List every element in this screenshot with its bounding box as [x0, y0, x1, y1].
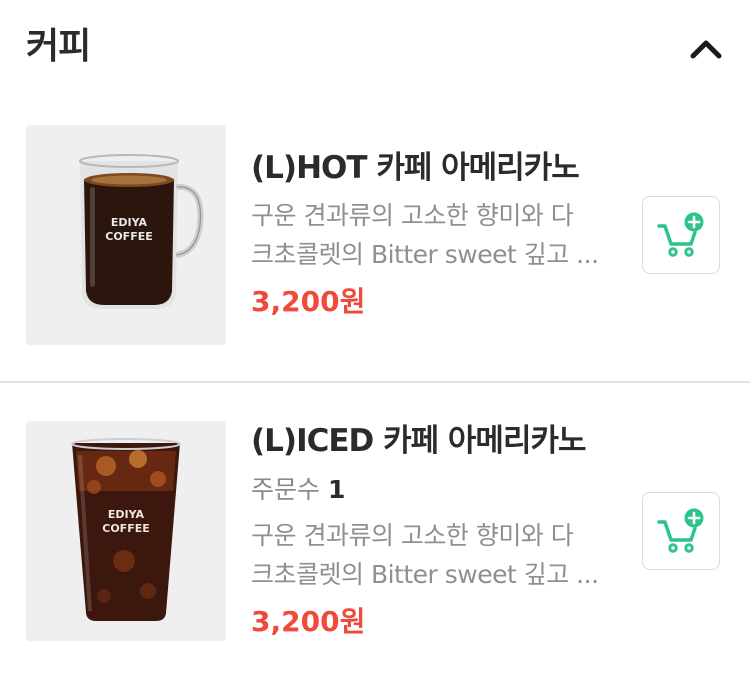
product-description: 구운 견과류의 고소한 향미와 다 크초콜렛의 Bitter sweet 깊고 …: [251, 196, 611, 274]
product-name: (L)HOT 카페 아메리카노: [251, 150, 580, 186]
add-to-cart-button[interactable]: [642, 196, 720, 274]
description-line: 구운 견과류의 고소한 향미와 다: [251, 201, 574, 230]
product-price: 3,200원: [251, 605, 366, 638]
product-description: 구운 견과류의 고소한 향미와 다 크초콜렛의 Bitter sweet 깊고 …: [251, 516, 611, 594]
order-count-label: 주문수: [251, 475, 321, 504]
product-name: (L)ICED 카페 아메리카노: [251, 423, 587, 459]
cart-add-icon: [657, 212, 704, 257]
item-divider: [0, 381, 750, 383]
description-line: 크초콜렛의 Bitter sweet 깊고 ...: [251, 560, 599, 589]
add-to-cart-button[interactable]: [642, 492, 720, 570]
section-title: 커피: [26, 26, 91, 67]
product-image: EDIYA COFFEE: [26, 125, 226, 345]
cup-brand-text: COFFEE: [105, 230, 152, 243]
product-price: 3,200원: [251, 285, 366, 318]
product-image: EDIYA COFFEE: [26, 421, 226, 641]
collapse-button[interactable]: [684, 28, 728, 72]
description-line: 크초콜렛의 Bitter sweet 깊고 ...: [251, 240, 599, 269]
order-count-value: 1: [327, 475, 346, 504]
cup-brand-text: COFFEE: [102, 522, 149, 535]
chevron-up-icon: [690, 40, 722, 59]
order-count: 주문수 1: [251, 473, 345, 507]
description-line: 구운 견과류의 고소한 향미와 다: [251, 521, 574, 550]
cup-brand-text: EDIYA: [111, 216, 148, 229]
cup-brand-text: EDIYA: [108, 508, 145, 521]
section-header: 커피: [0, 0, 750, 96]
cart-add-icon: [657, 508, 704, 553]
